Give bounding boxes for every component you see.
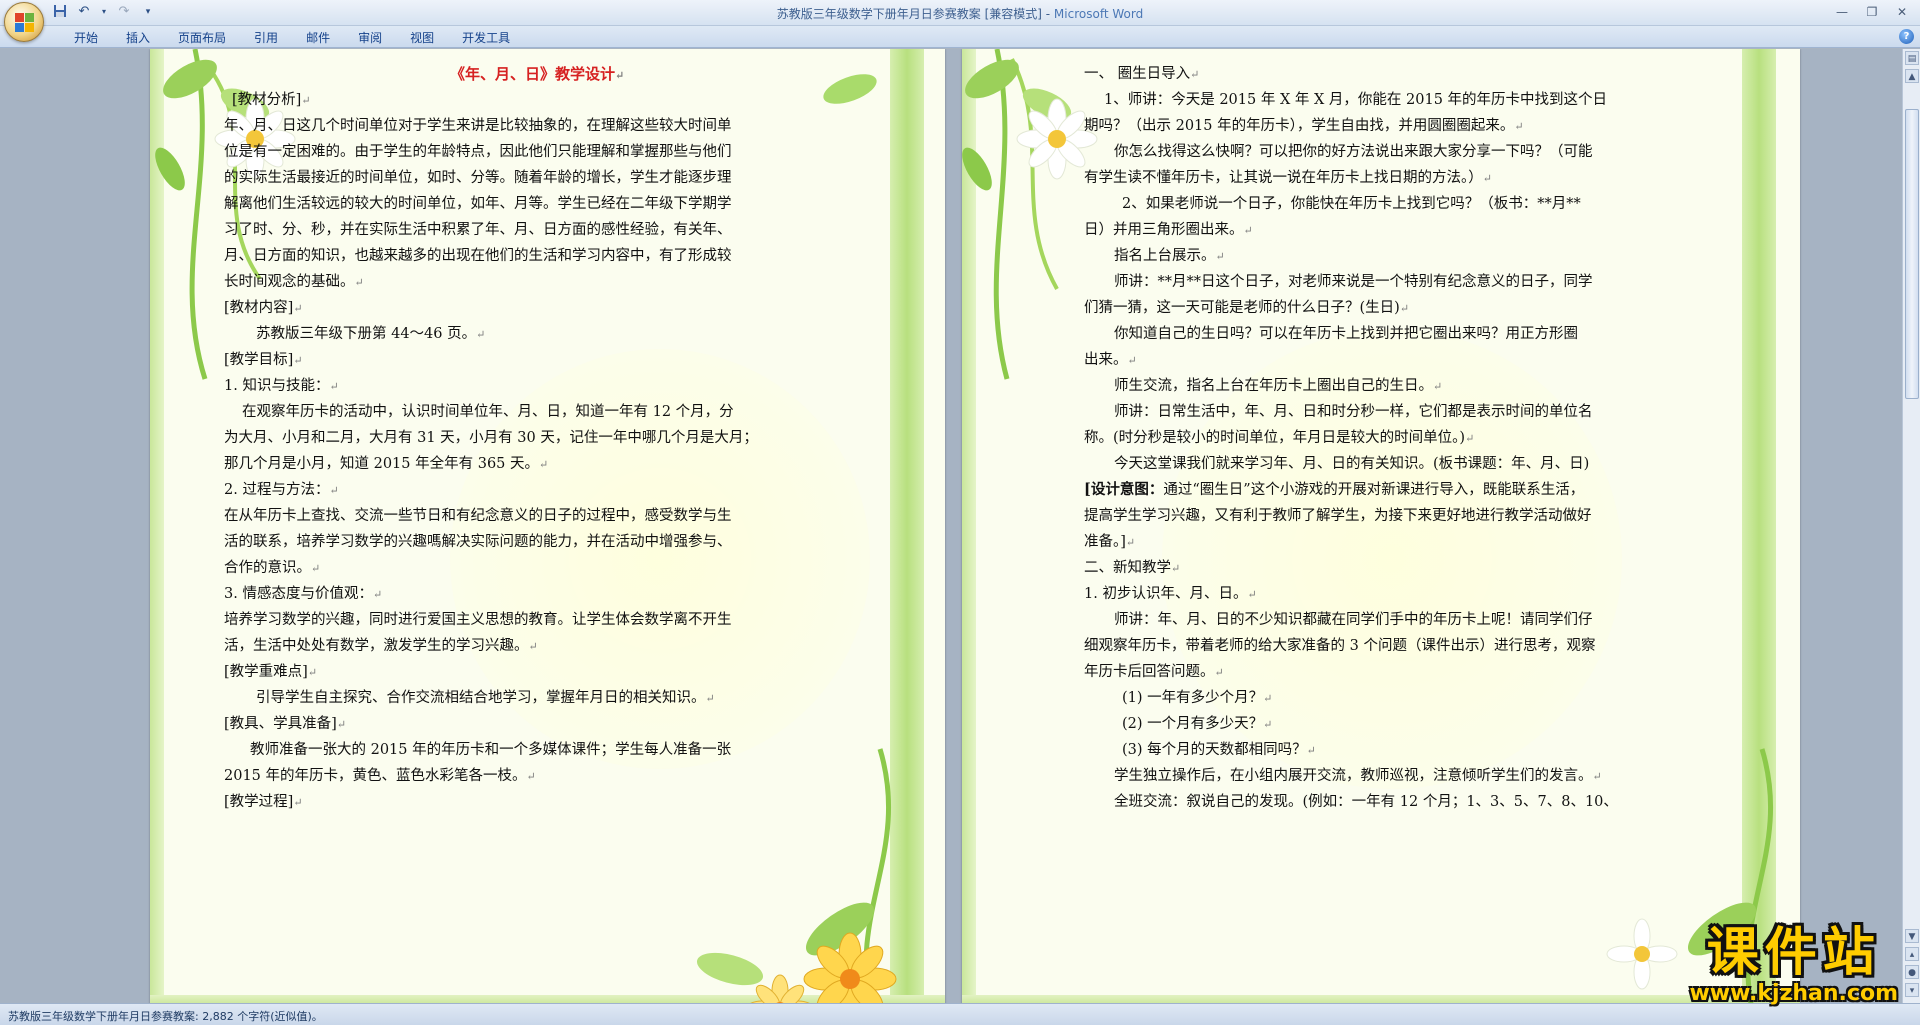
paragraph-line: (1) 一年有多少个月？↵ — [1122, 690, 1273, 706]
tab-insert[interactable]: 插入 — [112, 29, 164, 47]
paragraph-line: [教具、学具准备]↵ — [224, 716, 347, 732]
paragraph-line: 解离他们生活较远的较大的时间单位，如年、月等。学生已经在二年级下学期学 — [224, 196, 732, 212]
paragraph-line: 年历卡后回答问题。↵ — [1084, 664, 1224, 680]
paragraph-line: 引导学生自主探究、合作交流相结合地学习，掌握年月日的相关知识。↵ — [256, 690, 715, 706]
paragraph-line: 指名上台展示。↵ — [1114, 248, 1225, 264]
paragraph-line: 培养学习数学的兴趣，同时进行爱国主义思想的教育。让学生体会数学离不开生 — [224, 612, 732, 628]
paragraph-line: 活，生活中处处有数学，激发学生的学习兴趣。↵ — [224, 638, 538, 654]
title-bar: ↶ ▾ ↷ ▾ 苏教版三年级数学下册年月日参赛教案 [兼容模式] - Micro… — [0, 0, 1920, 42]
paragraph-line: 师讲：日常生活中，年、月、日和时分秒一样，它们都是表示时间的单位名 — [1114, 404, 1593, 420]
paragraph-line: 细观察年历卡，带着老师的给大家准备的 3 个问题（课件出示）进行思考，观察 — [1084, 638, 1596, 654]
window-title: 苏教版三年级数学下册年月日参赛教案 [兼容模式] - Microsoft Wor… — [776, 7, 1144, 21]
right-page-text[interactable]: 一、 圈生日导入↵ 1、师讲：今天是 2015 年 X 年 X 月，你能在 20… — [962, 49, 1800, 1003]
paragraph-line: 期吗？（出示 2015 年的年历卡），学生自由找，并用圆圈圈起来。↵ — [1084, 118, 1524, 134]
paragraph-line: 长时间观念的基础。↵ — [224, 274, 364, 290]
paragraph-line: [教学重难点]↵ — [224, 664, 318, 680]
status-bar: 苏教版三年级数学下册年月日参赛教案: 2,882 个字符(近似值)。 — [0, 1003, 1920, 1025]
paragraph-line: 教师准备一张大的 2015 年的年历卡和一个多媒体课件；学生每人准备一张 — [250, 742, 732, 758]
document-workspace[interactable]: 《年、月、日》教学设计↵ [教材分析]↵ 年、月、日这几个时间单位对于学生来讲是… — [0, 49, 1902, 1003]
paragraph-line: [教学过程]↵ — [224, 794, 303, 810]
tab-home[interactable]: 开始 — [60, 29, 112, 47]
scroll-up-icon[interactable]: ▲ — [1905, 69, 1919, 83]
tab-review[interactable]: 审阅 — [344, 29, 396, 47]
paragraph-line: 们猜一猜，这一天可能是老师的什么日子？(生日)↵ — [1084, 300, 1410, 316]
paragraph-line: 一、 圈生日导入↵ — [1084, 66, 1200, 82]
minimize-icon[interactable]: — — [1828, 2, 1856, 22]
paragraph-line: 今天这堂课我们就来学习年、月、日的有关知识。(板书课题：年、月、日) — [1114, 456, 1590, 472]
paragraph-line: [教学目标]↵ — [224, 352, 303, 368]
status-text: 苏教版三年级数学下册年月日参赛教案: 2,882 个字符(近似值)。 — [8, 1010, 323, 1023]
paragraph-line: 2. 过程与方法：↵ — [224, 482, 339, 498]
paragraph-line: 称。(时分秒是较小的时间单位，年月日是较大的时间单位。)↵ — [1084, 430, 1475, 446]
previous-page-icon[interactable]: ▴ — [1905, 947, 1919, 961]
paragraph-line: 在从年历卡上查找、交流一些节日和有纪念意义的日子的过程中，感受数学与生 — [224, 508, 732, 524]
paragraph-line: 师讲：年、月、日的不少知识都藏在同学们手中的年历卡上呢！请同学们仔 — [1114, 612, 1593, 628]
paragraph-line: 师生交流，指名上台在年历卡上圈出自己的生日。↵ — [1114, 378, 1443, 394]
close-icon[interactable]: ✕ — [1888, 2, 1916, 22]
paragraph-line: 3. 情感态度与价值观：↵ — [224, 586, 383, 602]
paragraph-line: 2015 年的年历卡，黄色、蓝色水彩笔各一枝。↵ — [224, 768, 536, 784]
help-icon[interactable]: ? — [1899, 29, 1914, 44]
paragraph-line: [教材内容]↵ — [224, 300, 303, 316]
paragraph-line: 二、新知教学↵ — [1084, 560, 1181, 576]
paragraph-line: 出来。↵ — [1084, 352, 1137, 368]
paragraph-line: 全班交流：叙说自己的发现。(例如：一年有 12 个月；1、3、5、7、8、10、 — [1114, 794, 1618, 810]
paragraph-line: 年、月、日这几个时间单位对于学生来讲是比较抽象的，在理解这些较大时间单 — [224, 118, 732, 134]
paragraph-line: 习了时、分、秒，并在实际生活中积累了年、月、日方面的感性经验，有关年、 — [224, 222, 732, 238]
paragraph-line: 为大月、小月和二月，大月有 31 天，小月有 30 天，记住一年中哪几个月是大月… — [224, 430, 758, 446]
paragraph-line: 师讲：**月**日这个日子，对老师来说是一个特别有纪念意义的日子，同学 — [1114, 274, 1593, 290]
paragraph-line: 月、日方面的知识，也越来越多的出现在他们的生活和学习内容中，有了形成较 — [224, 248, 732, 264]
kjzhan-watermark-logo: 课件站 www.kjzhan.com — [1689, 925, 1898, 1006]
paragraph-line: (3) 每个月的天数都相同吗？↵ — [1122, 742, 1316, 758]
tab-developer[interactable]: 开发工具 — [448, 29, 524, 47]
ruler-toggle-icon[interactable]: ▤ — [1905, 51, 1919, 65]
paragraph-line: 学生独立操作后，在小组内展开交流，教师巡视，注意倾听学生们的发言。↵ — [1114, 768, 1602, 784]
next-page-icon[interactable]: ▾ — [1905, 983, 1919, 997]
design-note-line: 准备。]↵ — [1084, 534, 1136, 550]
paragraph-line: 的实际生活最接近的时间单位，如时、分等。随着年龄的增长，学生才能逐步理 — [224, 170, 732, 186]
document-page-right[interactable]: 一、 圈生日导入↵ 1、师讲：今天是 2015 年 X 年 X 月，你能在 20… — [962, 49, 1800, 1003]
design-note-line: [设计意图：通过“圈生日”这个小游戏的开展对新课进行导入，既能联系生活， — [1084, 481, 1585, 498]
paragraph-line: 1. 初步认识年、月、日。↵ — [1084, 586, 1257, 602]
paragraph-line: 位是有一定困难的。由于学生的年龄特点，因此他们只能理解和掌握那些与他们 — [224, 144, 732, 160]
design-note-line: 提高学生学习兴趣，又有利于教师了解学生，为接下来更好地进行教学活动做好 — [1084, 508, 1592, 524]
document-page-left[interactable]: 《年、月、日》教学设计↵ [教材分析]↵ 年、月、日这几个时间单位对于学生来讲是… — [150, 49, 945, 1003]
paragraph-line: (2) 一个月有多少天？↵ — [1122, 716, 1273, 732]
tab-page-layout[interactable]: 页面布局 — [164, 29, 240, 47]
paragraph-line: 苏教版三年级下册第 44～46 页。↵ — [256, 326, 486, 342]
window-controls: — ❐ ✕ — [1828, 2, 1916, 22]
ribbon-tabs-bar: 开始 插入 页面布局 引用 邮件 审阅 视图 开发工具 ? — [0, 26, 1920, 48]
paragraph-line: 日）并用三角形圈出来。↵ — [1084, 222, 1253, 238]
document-title: 《年、月、日》教学设计↵ — [450, 65, 625, 83]
paragraph-line: 1. 知识与技能：↵ — [224, 378, 339, 394]
paragraph-line: 合作的意识。↵ — [224, 560, 321, 576]
watermark-title: 课件站 — [1706, 923, 1881, 983]
select-browse-object-icon[interactable]: ● — [1905, 965, 1919, 979]
office-button[interactable] — [4, 2, 44, 42]
watermark-url: www.kjzhan.com — [1689, 981, 1898, 1006]
paragraph-line: 那几个月是小月，知道 2015 年全年有 365 天。↵ — [224, 456, 549, 472]
paragraph-line: 2、如果老师说一个日子，你能快在年历卡上找到它吗？（板书：**月** — [1122, 196, 1581, 212]
left-page-text[interactable]: 《年、月、日》教学设计↵ [教材分析]↵ 年、月、日这几个时间单位对于学生来讲是… — [150, 49, 945, 1003]
tab-view[interactable]: 视图 — [396, 29, 448, 47]
paragraph-line: 活的联系，培养学习数学的兴趣嗎解决实际问题的能力，并在活动中增强参与、 — [224, 534, 732, 550]
vertical-scrollbar[interactable]: ▤ ▲ ▼ ▴ ● ▾ — [1902, 49, 1920, 1003]
paragraph-line: 有学生读不懂年历卡，让其说一说在年历卡上找日期的方法。）↵ — [1084, 170, 1492, 186]
scroll-down-icon[interactable]: ▼ — [1905, 929, 1919, 943]
paragraph-line: 你怎么找得这么快啊？可以把你的好方法说出来跟大家分享一下吗？（可能 — [1114, 144, 1593, 160]
scroll-thumb[interactable] — [1905, 109, 1919, 399]
maximize-icon[interactable]: ❐ — [1858, 2, 1886, 22]
tab-mailings[interactable]: 邮件 — [292, 29, 344, 47]
paragraph-line: 1、师讲：今天是 2015 年 X 年 X 月，你能在 2015 年的年历卡中找… — [1104, 92, 1608, 108]
paragraph-line: 在观察年历卡的活动中，认识时间单位年、月、日，知道一年有 12 个月，分 — [242, 404, 734, 420]
tab-references[interactable]: 引用 — [240, 29, 292, 47]
paragraph-line: 你知道自己的生日吗？可以在年历卡上找到并把它圈出来吗？用正方形圈 — [1114, 326, 1578, 342]
paragraph-line: [教材分析]↵ — [232, 92, 311, 108]
office-logo-icon — [15, 13, 35, 33]
